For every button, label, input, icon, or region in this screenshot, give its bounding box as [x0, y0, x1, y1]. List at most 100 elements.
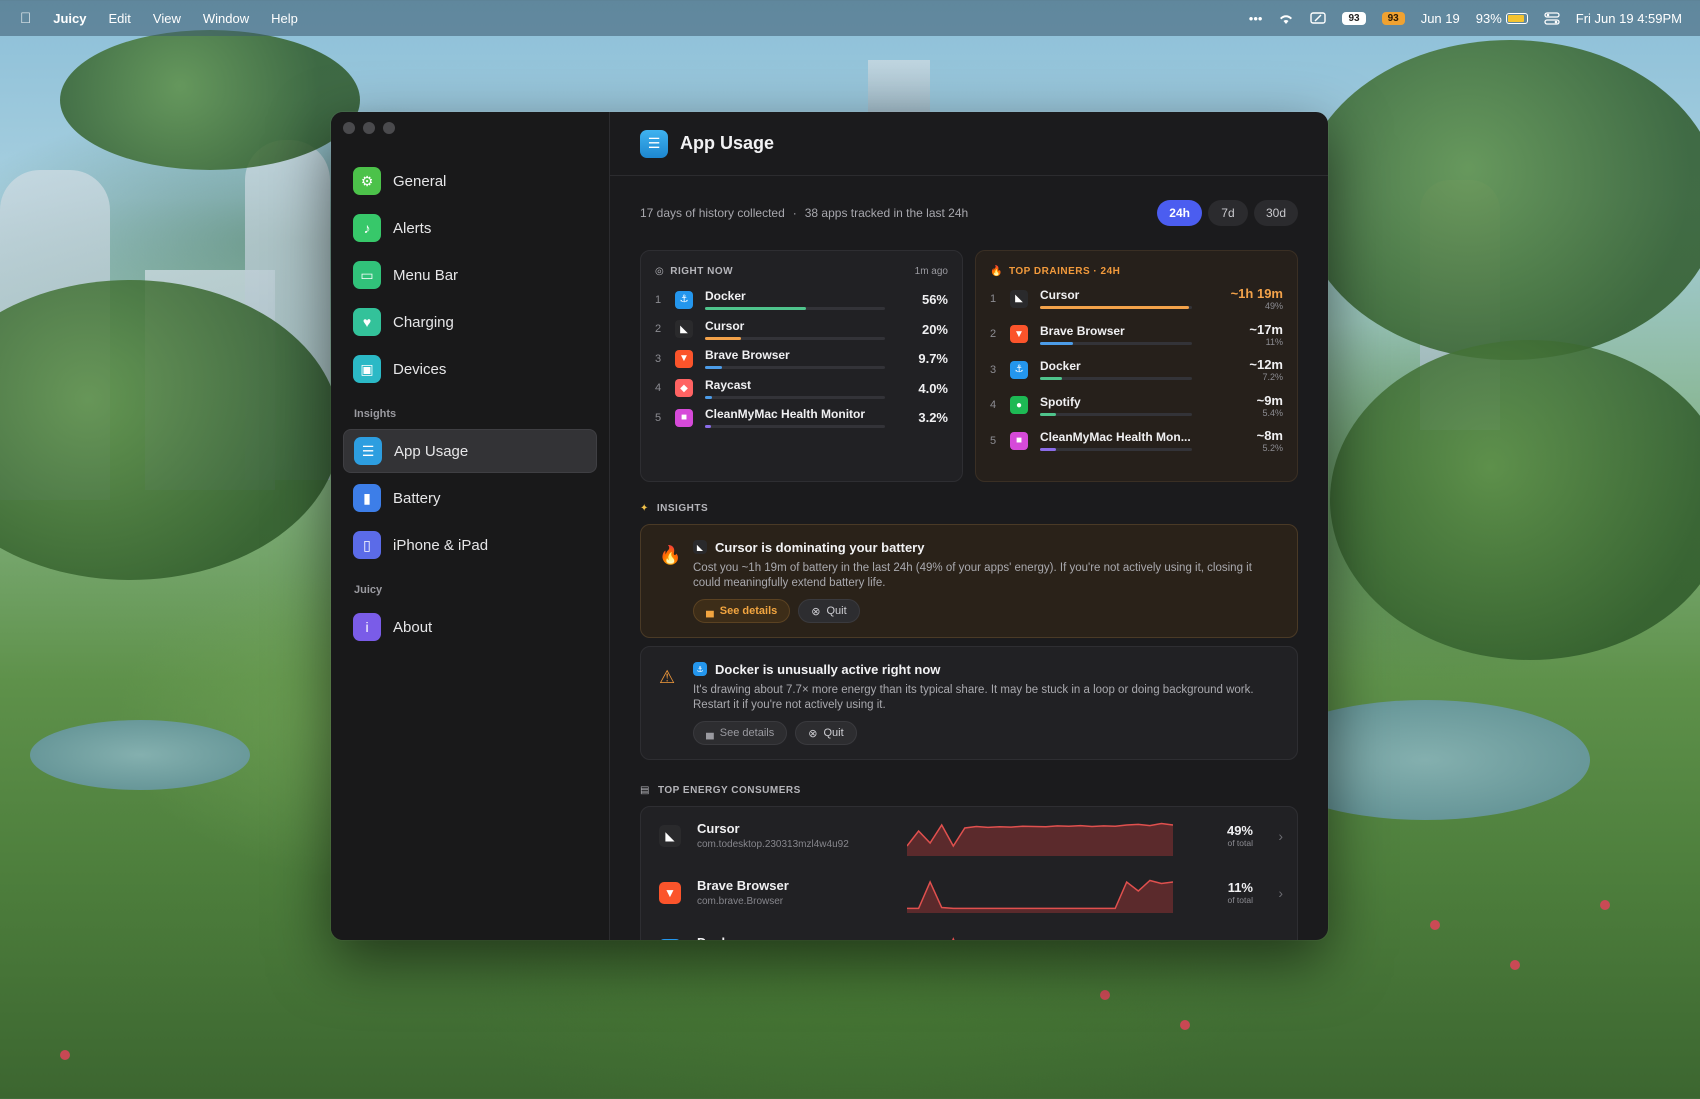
close-button[interactable]	[343, 122, 355, 134]
rank-number: 3	[990, 363, 997, 376]
app-name: Cursor	[697, 821, 740, 836]
menu-help[interactable]: Help	[271, 11, 298, 26]
consumers-section-header: ▤ TOP ENERGY CONSUMERS	[640, 768, 1298, 806]
sidebar-item-label: Battery	[393, 489, 441, 507]
app-info: Raycast	[705, 378, 894, 399]
consumer-row[interactable]: ⚓Dockercom.docker.docker7.2%of total›	[641, 921, 1297, 940]
zoom-button[interactable]	[383, 122, 395, 134]
menu-app-name[interactable]: Juicy	[53, 11, 86, 26]
drain-time: ~9m	[1256, 392, 1283, 408]
see-details-button[interactable]: ▄ See details	[693, 599, 791, 623]
sidebar-item-charging[interactable]: ♥ Charging	[343, 300, 597, 344]
usage-value: 3.2%	[918, 410, 948, 426]
minimize-button[interactable]	[363, 122, 375, 134]
cleanmymac-icon: ■	[675, 408, 693, 427]
menu-view[interactable]: View	[153, 11, 181, 26]
warning-icon: ⚠	[659, 667, 676, 687]
drain-values: ~1h 19m 49%	[1203, 286, 1283, 311]
usage-bar	[705, 307, 885, 311]
screen-mirror-icon[interactable]	[1310, 11, 1327, 25]
sidebar-item-about[interactable]: i About	[343, 605, 597, 649]
drainer-row[interactable]: 4 ● Spotify ~9m 5.4%	[990, 388, 1283, 424]
sidebar-item-general[interactable]: ⚙ General	[343, 159, 597, 203]
shield-icon: ♥	[353, 308, 381, 336]
background-flower	[1510, 960, 1520, 970]
usage-value: 20%	[921, 321, 948, 337]
right-now-row[interactable]: 1 ⚓ Docker 56%	[655, 285, 948, 315]
flame-icon: 🔥	[990, 265, 1003, 277]
app-name: Raycast	[705, 377, 752, 392]
cursor-icon: ◣	[693, 540, 707, 554]
top-drainers-panel: 🔥 TOP DRAINERS · 24H 1 ◣ Cursor ~1h 19m 49% 2…	[975, 250, 1298, 482]
sidebar-section-juicy: Juicy	[354, 584, 383, 596]
page-title: App Usage	[680, 133, 775, 153]
quit-icon: ⊗	[808, 727, 818, 740]
app-name: Spotify	[1040, 394, 1081, 409]
app-info: Cursor	[705, 319, 894, 340]
drainer-row[interactable]: 1 ◣ Cursor ~1h 19m 49%	[990, 281, 1283, 317]
insight-title-text: Docker is unusually active right now	[715, 661, 941, 677]
drainer-row[interactable]: 2 ▼ Brave Browser ~17m 11%	[990, 317, 1283, 353]
insight-title: ⚓ Docker is unusually active right now	[693, 659, 1277, 679]
battery-badge[interactable]: 93	[1342, 11, 1366, 25]
stack-icon: ☰	[354, 437, 382, 465]
chart-icon: ▄	[706, 605, 714, 617]
menu-date[interactable]: Jun 19	[1421, 11, 1460, 26]
battery-status[interactable]: 93%	[1476, 11, 1528, 26]
stack-icon: ☰	[640, 129, 668, 158]
more-icon[interactable]: •••	[1249, 11, 1263, 26]
apple-menu-icon[interactable]: 	[20, 10, 31, 27]
sidebar-item-battery[interactable]: ▮ Battery	[343, 476, 597, 520]
cursor-icon: ◣	[1010, 289, 1028, 308]
sidebar-item-label: iPhone & iPad	[393, 536, 489, 554]
rank-number: 1	[655, 293, 662, 306]
quit-label: Quit	[823, 727, 844, 739]
insights-section-header: ✦ INSIGHTS	[640, 482, 1298, 524]
see-details-button[interactable]: ▄ See details	[693, 721, 788, 745]
right-now-row[interactable]: 4 ◆ Raycast 4.0%	[655, 374, 948, 404]
drain-bar	[1040, 341, 1192, 345]
sidebar-item-app-usage[interactable]: ☰ App Usage	[343, 429, 597, 473]
flame-icon: 🔥	[659, 545, 682, 565]
sidebar-item-devices[interactable]: ▣ Devices	[343, 347, 597, 391]
sidebar-item-menu-bar[interactable]: ▭ Menu Bar	[343, 253, 597, 297]
menu-window[interactable]: Window	[203, 11, 249, 26]
range-tab-7d[interactable]: 7d	[1207, 200, 1248, 226]
rank-number: 1	[990, 292, 997, 305]
right-now-row[interactable]: 5 ■ CleanMyMac Health Monitor 3.2%	[655, 403, 948, 433]
juicy-status-badge[interactable]: 93	[1381, 11, 1405, 25]
right-now-header: ◎ RIGHT NOW 1m ago	[655, 263, 948, 279]
range-tab-30d[interactable]: 30d	[1253, 200, 1298, 226]
right-now-row[interactable]: 2 ◣ Cursor 20%	[655, 315, 948, 345]
drainer-row[interactable]: 5 ■ CleanMyMac Health Mon... ~8m 5.2%	[990, 423, 1283, 459]
bundle-id: com.brave.Browser	[697, 896, 784, 907]
drain-time: ~17m	[1249, 321, 1283, 337]
quit-button[interactable]: ⊗ Quit	[798, 599, 860, 623]
sidebar-item-alerts[interactable]: ♪ Alerts	[343, 206, 597, 250]
chevron-right-icon: ›	[1278, 884, 1283, 901]
range-selector: 24h 7d 30d	[1157, 200, 1298, 226]
range-tab-24h[interactable]: 24h	[1157, 200, 1202, 226]
drain-bar	[1040, 377, 1192, 381]
consumer-share: 11% of total	[1173, 880, 1253, 905]
consumer-row[interactable]: ▼ Brave Browser com.brave.Browser 11% of tot…	[641, 864, 1297, 921]
drain-bar-fill	[1040, 412, 1057, 416]
sidebar-item-iphone-ipad[interactable]: ▯ iPhone & iPad	[343, 523, 597, 567]
quit-button[interactable]: ⊗ Quit	[795, 721, 857, 745]
wifi-icon[interactable]	[1278, 12, 1294, 25]
menu-clock[interactable]: Fri Jun 19 4:59PM	[1576, 11, 1682, 26]
control-center-icon[interactable]	[1544, 11, 1560, 25]
app-info: CleanMyMac Health Mon...	[1040, 430, 1203, 452]
menu-edit[interactable]: Edit	[109, 11, 131, 26]
drainer-row[interactable]: 3 ⚓ Docker ~12m 7.2%	[990, 352, 1283, 388]
of-total-label: of total	[1227, 895, 1253, 905]
usage-bar-fill	[705, 395, 713, 399]
insight-title: ◣ Cursor is dominating your battery	[693, 537, 1277, 557]
battery-icon: ▮	[353, 484, 381, 512]
share-percent: 11%	[1227, 880, 1253, 895]
right-now-row[interactable]: 3 ▼ Brave Browser 9.7%	[655, 344, 948, 374]
consumer-row[interactable]: ◣ Cursor com.todesktop.230313mzl4w4u92 49% o…	[641, 807, 1297, 864]
main-content: ☰ App Usage 17 days of history collected…	[610, 112, 1328, 940]
consumers-title: TOP ENERGY CONSUMERS	[657, 784, 801, 796]
app-info: Brave Browser	[1040, 324, 1203, 345]
